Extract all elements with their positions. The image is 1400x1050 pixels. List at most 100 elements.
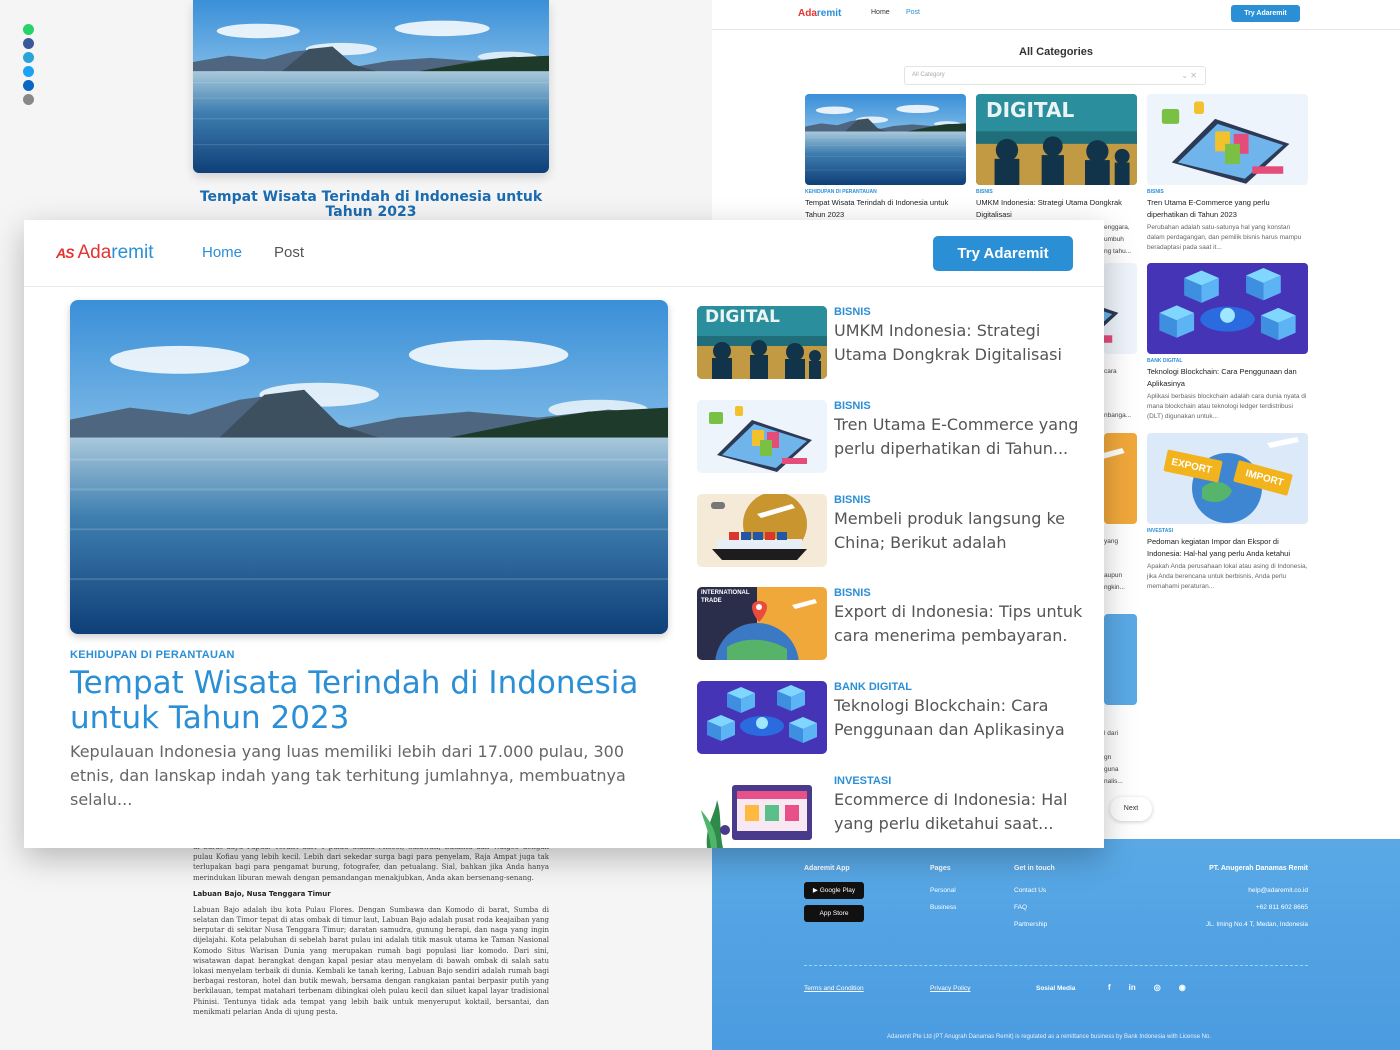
category-select[interactable]: All Category ⌄ ✕ [904, 66, 1206, 85]
brand-logo[interactable]: AS Adaremit [56, 242, 154, 264]
footer-link[interactable]: Contact Us [1014, 882, 1055, 899]
article-hero-image [193, 0, 549, 173]
footer-link[interactable]: FAQ [1014, 899, 1055, 916]
footer-heading: PT. Anugerah Danamas Remit [1209, 865, 1308, 872]
nav-post[interactable]: Post [906, 9, 920, 16]
post-category: BISNIS [834, 494, 871, 506]
partial-card-text: cara [1104, 368, 1117, 375]
email-share-icon[interactable] [23, 94, 34, 105]
article-subheading: Labuan Bajo, Nusa Tenggara Timur [193, 889, 331, 898]
post-title: Tren Utama E-Commerce yang perlu diperha… [1147, 198, 1270, 219]
list-item[interactable]: BISNIS Membeli produk langsung ke China;… [697, 494, 1087, 574]
social-media-label: Sosial Media [1036, 985, 1076, 992]
list-item[interactable]: INTERNATIONAL TRADE BISNIS Export di Ind… [697, 587, 1087, 667]
article-paragraph: Labuan Bajo adalah ibu kota Pulau Flores… [193, 905, 549, 1016]
post-title: Membeli produk langsung ke China; Beriku… [834, 509, 1065, 552]
nav-post[interactable]: Post [274, 244, 304, 261]
post-category: BISNIS [834, 587, 871, 599]
twitter-share-icon[interactable] [23, 66, 34, 77]
privacy-link[interactable]: Privacy Policy [930, 985, 970, 992]
partial-card-text: ng tahu... [1104, 248, 1132, 255]
nav-home[interactable]: Home [202, 244, 242, 261]
try-adaremit-button[interactable]: Try Adaremit [933, 236, 1073, 271]
app-store-badge[interactable]: App Store [804, 905, 864, 922]
brand-logo-mark: AS [56, 245, 74, 261]
post-card[interactable]: KEHIDUPAN DI PERANTAUAN Tempat Wisata Te… [805, 94, 966, 221]
partial-card-text: enggara, [1104, 224, 1130, 231]
post-category: BISNIS [976, 189, 993, 195]
article-paragraph: di barat daya Papua. Terdiri dari 4 pula… [193, 843, 549, 882]
list-item[interactable]: DIGITAL BISNIS UMKM Indonesia: Strategi … [697, 306, 1087, 386]
post-card[interactable]: EXPORT IMPORT INVESTASI Pedoman kegiatan… [1147, 433, 1308, 592]
navbar: AS Adaremit Home Post Try Adaremit [24, 220, 1104, 287]
post-thumbnail [697, 494, 827, 567]
footer-email[interactable]: help@adaremit.co.id [1108, 882, 1308, 899]
post-card[interactable]: DIGITAL BISNIS UMKM Indonesia: Strategi … [976, 94, 1137, 221]
footer-phone: +62 811 602 8665 [1255, 904, 1308, 911]
featured-post-excerpt: Kepulauan Indonesia yang luas memiliki l… [70, 742, 626, 809]
post-thumbnail: DIGITAL [976, 94, 1137, 185]
post-title: Teknologi Blockchain: Cara Penggunaan da… [834, 696, 1065, 739]
google-play-badge[interactable]: ▶ Google Play [804, 882, 864, 899]
post-card[interactable]: BISNIS Tren Utama E-Commerce yang perlu … [1147, 94, 1308, 253]
partial-card-text: ngkin... [1104, 584, 1125, 591]
section-title: All Categories [1019, 46, 1093, 58]
partial-card-text: nbanga... [1104, 412, 1132, 419]
partial-card-text: aupun [1104, 572, 1123, 579]
terms-link[interactable]: Terms and Condition [804, 985, 864, 992]
pagination-next-button[interactable]: Next [1110, 797, 1152, 821]
whatsapp-icon[interactable]: ◉ [1179, 983, 1186, 992]
brand-suffix: remit [111, 242, 154, 263]
list-item[interactable]: INVESTASI Ecommerce di Indonesia: Hal ya… [697, 775, 1087, 848]
linkedin-icon[interactable]: in [1129, 983, 1136, 992]
telegram-share-icon[interactable] [23, 52, 34, 63]
post-thumbnail [805, 94, 966, 185]
partial-card-text: yang [1104, 538, 1119, 545]
list-item[interactable]: BISNIS Tren Utama E-Commerce yang perlu … [697, 400, 1087, 480]
post-category: INVESTASI [1147, 528, 1174, 534]
footer-link[interactable]: Business [930, 899, 956, 916]
post-category: BISNIS [1147, 189, 1164, 195]
facebook-icon[interactable]: f [1108, 983, 1111, 992]
try-adaremit-button[interactable]: Try Adaremit [1231, 5, 1300, 22]
post-title: UMKM Indonesia: Strategi Utama Dongkrak … [976, 198, 1122, 219]
post-category: BISNIS [834, 400, 871, 412]
post-title: Teknologi Blockchain: Cara Penggunaan da… [1147, 367, 1297, 388]
post-category: BANK DIGITAL [1147, 358, 1183, 364]
partial-card-text: umbuh [1104, 236, 1124, 243]
nav-home[interactable]: Home [871, 9, 890, 16]
thumbnail-label: DIGITAL [986, 98, 1075, 122]
facebook-share-icon[interactable] [23, 38, 34, 49]
footer-heading: Get in touch [1014, 865, 1055, 872]
linkedin-share-icon[interactable] [23, 80, 34, 91]
list-item[interactable]: BANK DIGITAL Teknologi Blockchain: Cara … [697, 681, 1087, 761]
blog-home-window: AS Adaremit Home Post Try Adaremit KEHID… [24, 220, 1104, 848]
footer-heading: Adaremit App [804, 865, 850, 872]
whatsapp-share-icon[interactable] [23, 24, 34, 35]
thumbnail-label: INTERNATIONAL TRADE [701, 590, 750, 604]
post-card[interactable]: BANK DIGITAL Teknologi Blockchain: Cara … [1147, 263, 1308, 422]
featured-post-title[interactable]: Tempat Wisata Terindah di Indonesia untu… [70, 666, 668, 736]
footer-heading: Pages [930, 865, 951, 872]
partial-card-text: guna [1104, 766, 1119, 773]
footer: Adaremit App ▶ Google Play App Store Pag… [712, 839, 1400, 1050]
chevron-down-icon: ⌄ ✕ [1181, 71, 1197, 80]
post-title: Tren Utama E-Commerce yang perlu diperha… [834, 415, 1079, 458]
legal-notice: Adaremit Pte Ltd (PT Anugrah Danamas Rem… [887, 1034, 1212, 1040]
app-store-label: App Store [819, 910, 849, 917]
post-excerpt: Perubahan adalah satu-satunya hal yang k… [1147, 224, 1302, 251]
footer-link[interactable]: Partnership [1014, 916, 1055, 933]
brand-logo[interactable]: Adaremit [798, 8, 841, 19]
featured-post-image[interactable] [70, 300, 668, 634]
partial-card-text: nalis... [1104, 778, 1123, 785]
post-thumbnail [1147, 94, 1308, 185]
post-category: BISNIS [834, 306, 871, 318]
footer-link[interactable]: Personal [930, 882, 956, 899]
featured-post-category[interactable]: KEHIDUPAN DI PERANTAUAN [70, 649, 235, 661]
social-icons: f in ◎ ◉ [1108, 983, 1186, 992]
post-excerpt: Apakah Anda perusahaan lokal atau asing … [1147, 563, 1308, 590]
footer-pages-column: Pages Personal Business [930, 865, 956, 916]
google-play-label: Google Play [819, 887, 856, 894]
post-thumbnail: DIGITAL [697, 306, 827, 379]
instagram-icon[interactable]: ◎ [1154, 983, 1161, 992]
